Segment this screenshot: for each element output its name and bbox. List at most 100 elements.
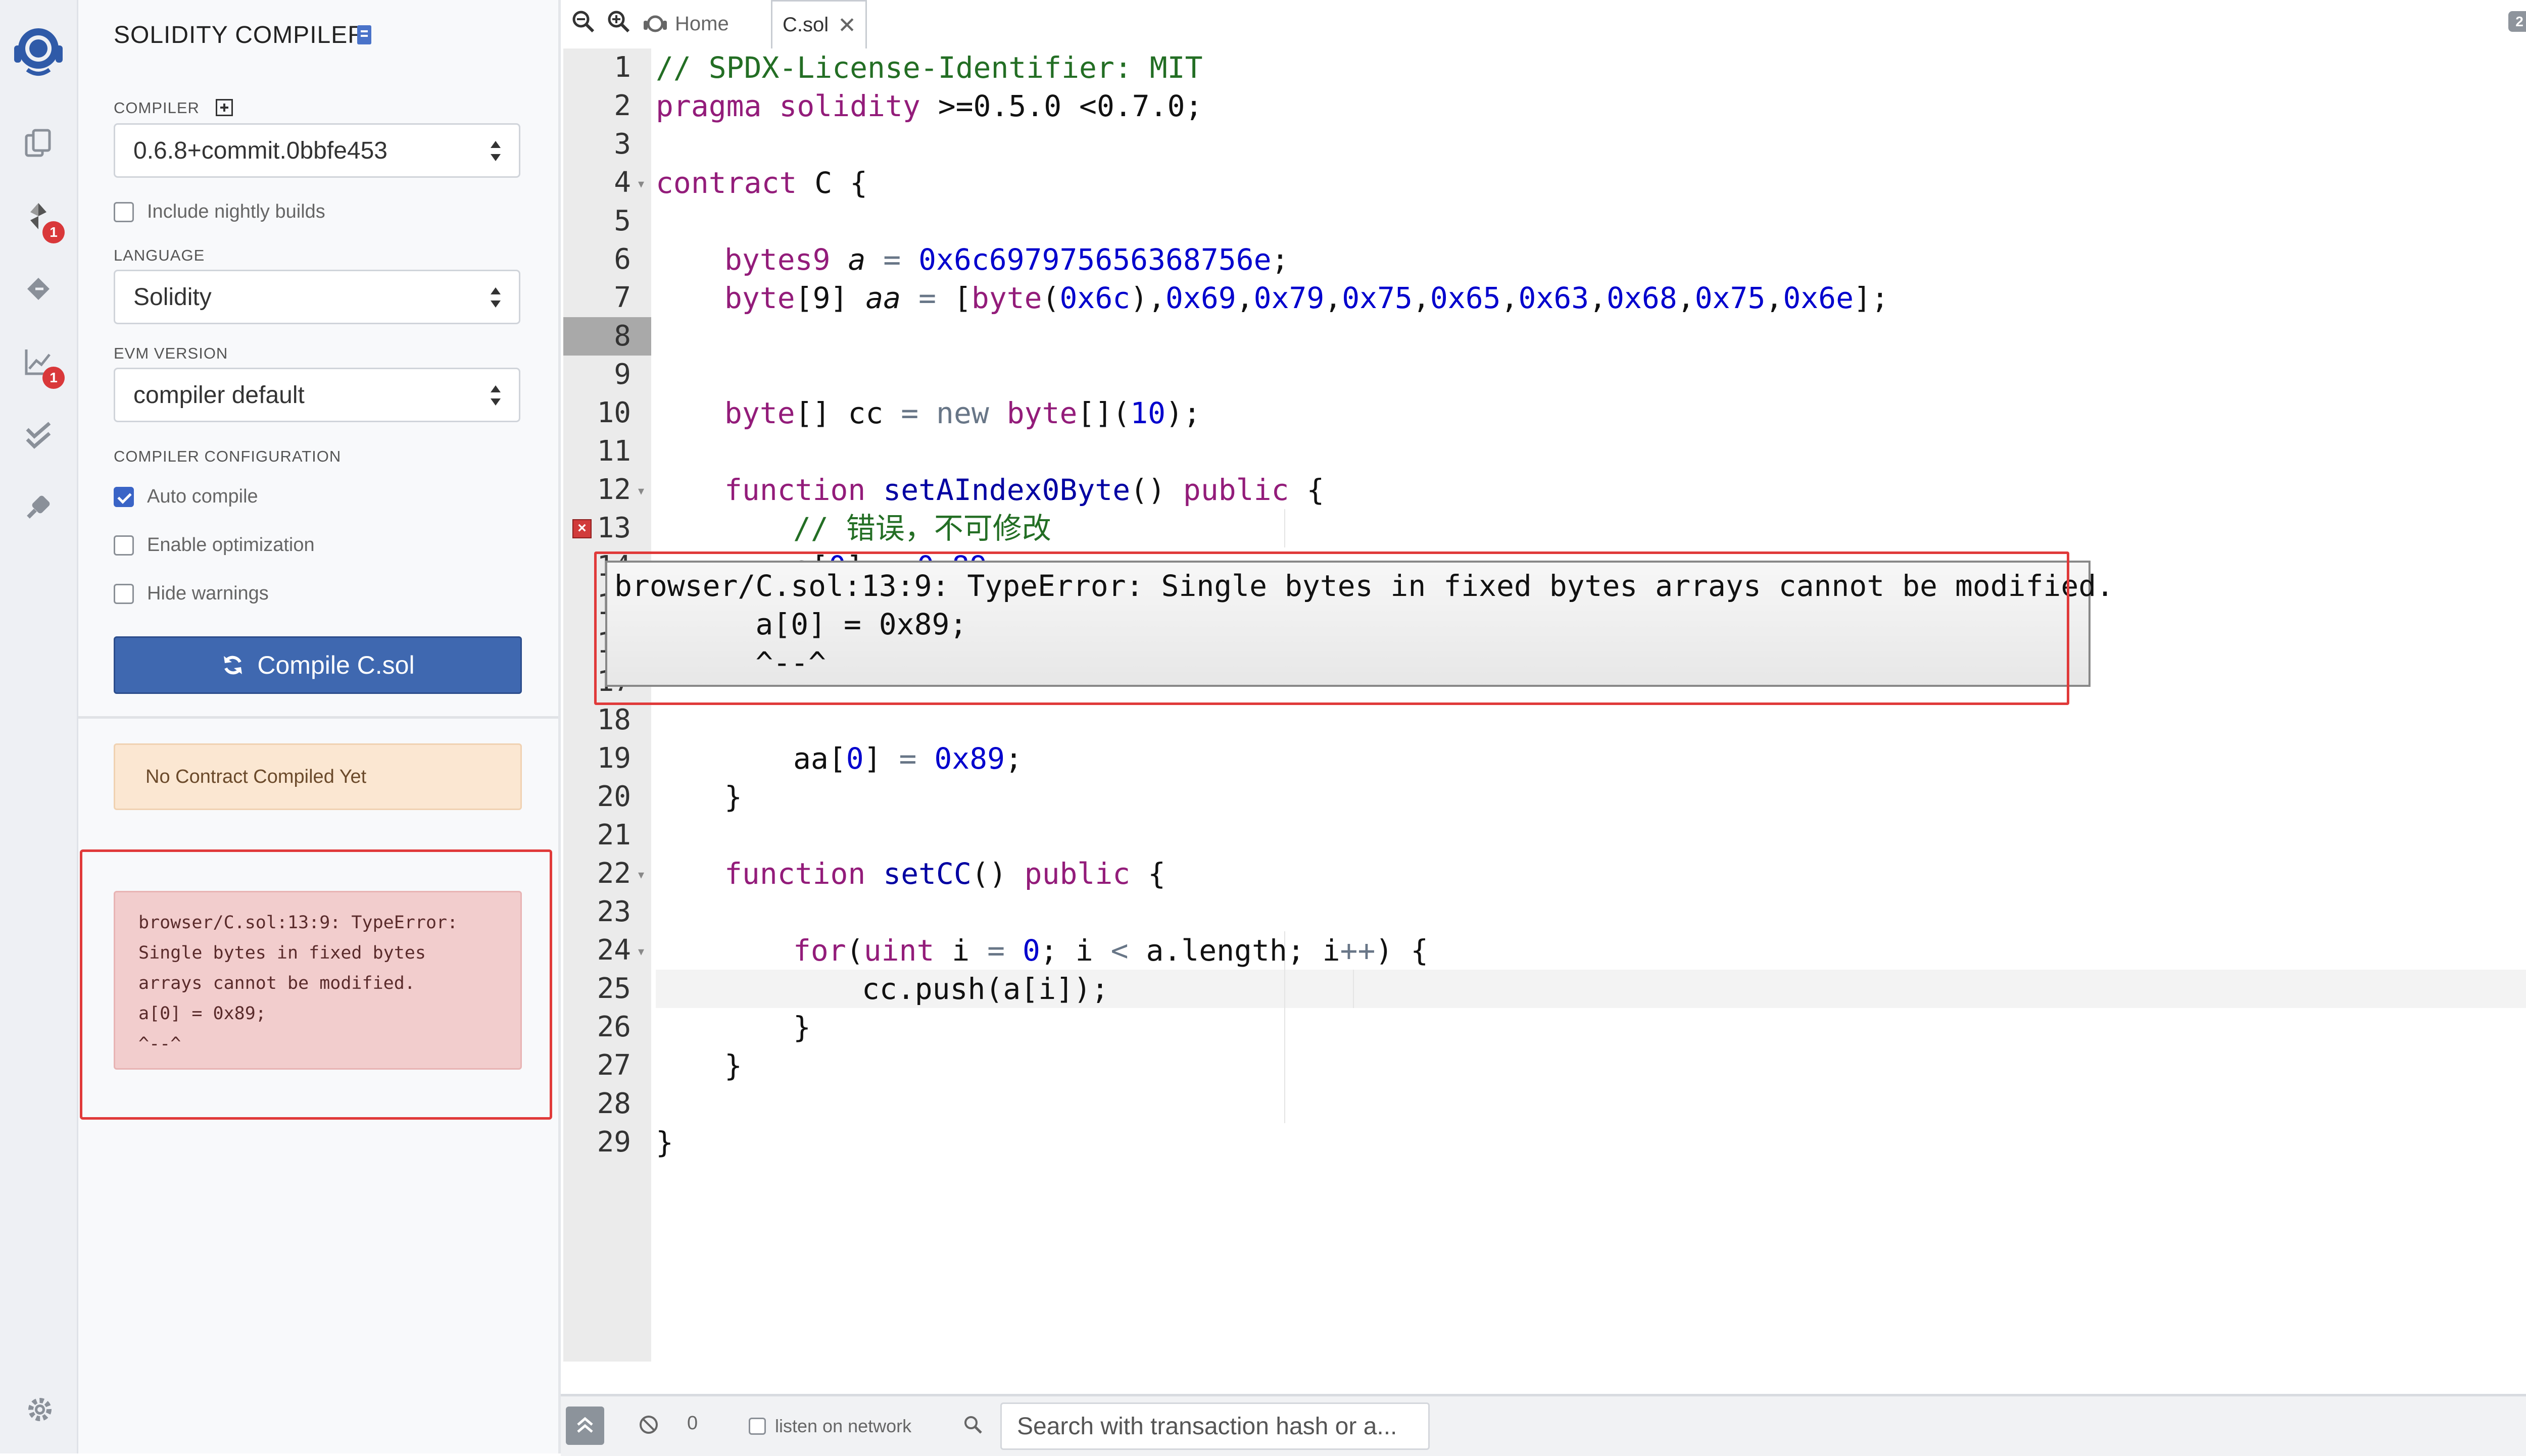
- line-number[interactable]: 7: [570, 279, 631, 317]
- editor-tab-bar: Home C.sol ✕ 2 tabs ▾: [561, 0, 2526, 50]
- code-line-18: aa[0] = 0x89;: [793, 741, 1023, 776]
- toggle-terminal-button[interactable]: [566, 1407, 604, 1445]
- fold-arrow-icon[interactable]: ▾: [638, 868, 644, 882]
- tab-home[interactable]: Home: [643, 6, 729, 41]
- code-line-29: }: [656, 1125, 673, 1160]
- code-line-23: for(uint i = 0; i < a.length; i++) {: [793, 933, 1429, 968]
- line-number[interactable]: 1: [570, 48, 631, 87]
- optimization-checkbox[interactable]: [114, 535, 134, 556]
- close-tab-icon[interactable]: ✕: [838, 15, 856, 37]
- line-number[interactable]: 12: [570, 471, 631, 509]
- line-number[interactable]: 21: [570, 816, 631, 855]
- code-line-26: }: [793, 1010, 811, 1044]
- zoom-in-icon[interactable]: [606, 9, 633, 38]
- nightly-builds-row[interactable]: Include nightly builds: [114, 201, 325, 223]
- indent-guide: [1353, 970, 1354, 1008]
- icon-rail: 1 1: [0, 0, 78, 1453]
- compiler-version-select[interactable]: 0.6.8+commit.0bbfe453: [114, 123, 520, 178]
- line-number[interactable]: 26: [570, 1008, 631, 1046]
- select-arrows-icon: [491, 141, 501, 161]
- transaction-search-input[interactable]: Search with transaction hash or a...: [1000, 1402, 1430, 1450]
- line-number[interactable]: 25: [570, 970, 631, 1008]
- tabs-count-dropdown[interactable]: 2 tabs ▾: [2508, 11, 2526, 32]
- code-line-1: // SPDX-License-Identifier: MIT: [656, 51, 1203, 85]
- hide-warnings-checkbox[interactable]: [114, 583, 134, 604]
- fold-arrow-icon[interactable]: ▾: [638, 177, 644, 191]
- solidity-compiler-icon[interactable]: 1: [18, 196, 65, 243]
- code-line-4: contract C {: [656, 166, 868, 200]
- evm-version-select[interactable]: compiler default: [114, 368, 520, 422]
- evm-version-label: EVM VERSION: [114, 344, 228, 362]
- fold-arrow-icon[interactable]: ▾: [638, 484, 644, 498]
- clear-console-icon[interactable]: [638, 1414, 660, 1438]
- select-arrows-icon: [491, 385, 501, 406]
- add-compiler-icon[interactable]: [215, 99, 233, 116]
- auto-compile-checkbox[interactable]: [114, 486, 134, 507]
- tab-c-sol[interactable]: C.sol ✕: [771, 0, 867, 48]
- hide-warnings-row[interactable]: Hide warnings: [114, 583, 269, 605]
- tabs-count-label: 2 tabs: [2515, 14, 2526, 29]
- compiler-badge: 1: [42, 221, 65, 243]
- hide-warnings-label: Hide warnings: [147, 583, 269, 604]
- nightly-builds-checkbox[interactable]: [114, 202, 134, 222]
- unit-testing-icon[interactable]: [18, 414, 59, 455]
- line-number[interactable]: 11: [570, 432, 631, 471]
- code-line-6: bytes9 a = 0x6c697975656368756e;: [724, 242, 1289, 277]
- optimization-row[interactable]: Enable optimization: [114, 534, 315, 556]
- code-line-12: // 错误，不可修改: [793, 511, 1051, 545]
- indent-guide: [1284, 509, 1285, 547]
- line-number[interactable]: 9: [570, 356, 631, 394]
- code-line-21: function setCC() public {: [724, 857, 1166, 891]
- fold-arrow-icon[interactable]: ▾: [638, 944, 644, 959]
- file-explorer-icon[interactable]: [18, 123, 59, 164]
- listen-network-checkbox[interactable]: [749, 1418, 766, 1435]
- line-number[interactable]: 24: [570, 931, 631, 970]
- listen-network-label: listen on network: [775, 1416, 912, 1436]
- select-arrows-icon: [491, 287, 501, 308]
- line-number[interactable]: 8: [570, 317, 631, 356]
- line-number[interactable]: 2: [570, 87, 631, 125]
- listen-network-row[interactable]: listen on network: [749, 1416, 911, 1437]
- line-number[interactable]: 23: [570, 893, 631, 931]
- language-label: LANGUAGE: [114, 246, 205, 264]
- code-editor[interactable]: 1234567891011121314151617181920212223242…: [561, 48, 2526, 1362]
- line-number[interactable]: 3: [570, 125, 631, 164]
- terminal-bar: 0 listen on network Search with transact…: [561, 1394, 2526, 1456]
- auto-compile-row[interactable]: Auto compile: [114, 486, 258, 508]
- evm-version-value: compiler default: [133, 381, 305, 409]
- home-logo-icon: [644, 15, 667, 32]
- language-select[interactable]: Solidity: [114, 270, 520, 324]
- line-number[interactable]: 22: [570, 855, 631, 893]
- error-marker-icon[interactable]: ×: [572, 519, 592, 538]
- line-number[interactable]: 6: [570, 240, 631, 279]
- compiler-config-label: COMPILER CONFIGURATION: [114, 447, 342, 465]
- line-number[interactable]: 28: [570, 1085, 631, 1123]
- line-number[interactable]: 19: [570, 739, 631, 778]
- compiler-label: COMPILER: [114, 99, 233, 117]
- double-chevron-up-icon: [577, 1417, 593, 1433]
- compile-button[interactable]: Compile C.sol: [114, 636, 522, 694]
- line-number[interactable]: 10: [570, 394, 631, 432]
- code-line-7: byte[9] aa = [byte(0x6c),0x69,0x79,0x75,…: [724, 281, 1889, 315]
- line-number[interactable]: 5: [570, 202, 631, 240]
- line-number[interactable]: 20: [570, 778, 631, 816]
- deploy-run-icon[interactable]: [18, 269, 59, 309]
- code-line-2: pragma solidity >=0.5.0 <0.7.0;: [656, 89, 1203, 123]
- compiler-version-value: 0.6.8+commit.0bbfe453: [133, 137, 387, 164]
- line-number[interactable]: 29: [570, 1123, 631, 1162]
- plugin-manager-icon[interactable]: [18, 487, 59, 527]
- settings-gear-icon[interactable]: [24, 1394, 56, 1428]
- tab-file-label: C.sol: [783, 14, 829, 36]
- nightly-builds-label: Include nightly builds: [147, 201, 325, 222]
- remix-logo-icon[interactable]: [6, 18, 71, 83]
- line-number[interactable]: 4: [570, 164, 631, 202]
- panel-divider: [78, 716, 558, 719]
- tab-home-label: Home: [675, 12, 729, 35]
- analysis-chart-icon[interactable]: 1: [18, 341, 65, 389]
- line-number[interactable]: 18: [570, 701, 631, 739]
- code-line-19: }: [724, 780, 742, 814]
- zoom-out-icon[interactable]: [571, 9, 597, 38]
- documentation-icon[interactable]: [357, 25, 371, 44]
- line-number[interactable]: 27: [570, 1046, 631, 1085]
- compile-error-box[interactable]: browser/C.sol:13:9: TypeError: Single by…: [114, 891, 522, 1070]
